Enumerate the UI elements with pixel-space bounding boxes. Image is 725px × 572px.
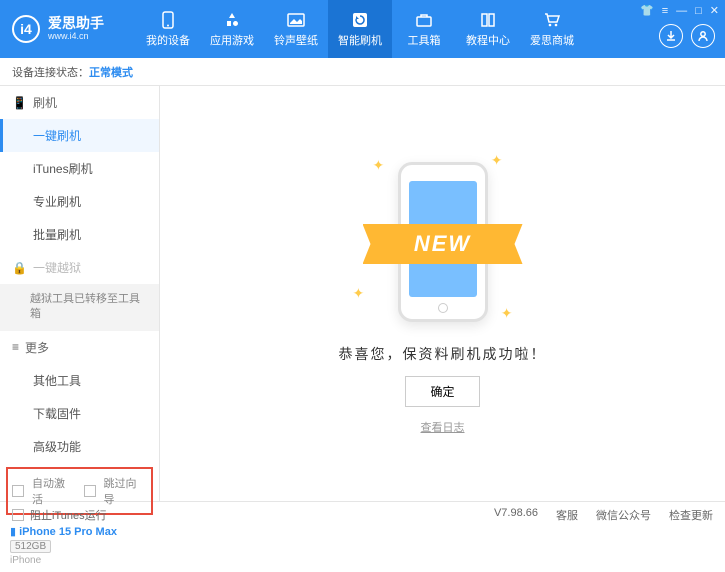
footer-update[interactable]: 检查更新 [669, 507, 713, 523]
menu-icon: ≡ [12, 340, 19, 354]
phone-icon [158, 10, 178, 30]
success-message: 恭喜您，保资料刷机成功啦！ [339, 344, 547, 364]
view-log-link[interactable]: 查看日志 [421, 419, 465, 435]
nav-my-device[interactable]: 我的设备 [136, 0, 200, 58]
connection-status-bar: 设备连接状态： 正常模式 [0, 58, 725, 86]
sidebar-item-oneclick[interactable]: 一键刷机 [0, 119, 159, 152]
logo-area: i4 爱思助手 www.i4.cn [0, 15, 116, 43]
version-label: V7.98.66 [494, 507, 538, 523]
sidebar-item-itunes[interactable]: iTunes刷机 [0, 152, 159, 185]
book-icon [478, 10, 498, 30]
maximize-icon[interactable]: □ [695, 5, 702, 17]
app-icon [222, 10, 242, 30]
lock-icon: 🔒 [12, 261, 27, 275]
refresh-icon [350, 10, 370, 30]
close-icon[interactable]: ✕ [710, 4, 719, 17]
toolbox-icon [414, 10, 434, 30]
sidebar-item-other-tools[interactable]: 其他工具 [0, 364, 159, 397]
ok-button[interactable]: 确定 [405, 376, 479, 407]
sidebar-item-batch[interactable]: 批量刷机 [0, 218, 159, 251]
footer-wechat[interactable]: 微信公众号 [596, 507, 651, 523]
checkbox-block-itunes[interactable] [12, 509, 24, 521]
phone-icon: 📱 [12, 96, 27, 110]
sidebar: 📱 刷机 一键刷机 iTunes刷机 专业刷机 批量刷机 🔒 一键越狱 越狱工具… [0, 86, 160, 501]
app-header: i4 爱思助手 www.i4.cn 我的设备 应用游戏 铃声壁纸 智能刷机 工具… [0, 0, 725, 58]
status-mode: 正常模式 [89, 64, 133, 80]
success-illustration: ✦ ✦ ✦ ✦ NEW [343, 152, 543, 332]
label-block-itunes: 阻止iTunes运行 [30, 507, 107, 523]
phone-icon: ▮ [10, 526, 16, 538]
nav-tutorials[interactable]: 教程中心 [456, 0, 520, 58]
sidebar-jailbreak-note: 越狱工具已转移至工具箱 [0, 284, 159, 331]
footer-service[interactable]: 客服 [556, 507, 578, 523]
skin-icon[interactable]: 👕 [640, 4, 654, 17]
sidebar-group-more[interactable]: ≡ 更多 [0, 331, 159, 364]
sidebar-item-pro[interactable]: 专业刷机 [0, 185, 159, 218]
checkbox-skip-setup[interactable] [84, 485, 96, 497]
main-nav: 我的设备 应用游戏 铃声壁纸 智能刷机 工具箱 教程中心 爱思商城 [136, 0, 584, 58]
nav-toolbox[interactable]: 工具箱 [392, 0, 456, 58]
device-type: iPhone [10, 555, 149, 566]
sidebar-item-download-fw[interactable]: 下载固件 [0, 397, 159, 430]
device-storage: 512GB [10, 540, 51, 553]
window-controls: 👕 ≡ — □ ✕ [640, 4, 719, 17]
device-name: iPhone 15 Pro Max [19, 526, 117, 538]
user-button[interactable] [691, 24, 715, 48]
image-icon [286, 10, 306, 30]
label-skip-setup: 跳过向导 [104, 475, 148, 507]
minimize-icon[interactable]: — [676, 5, 687, 17]
new-ribbon: NEW [363, 224, 523, 264]
download-button[interactable] [659, 24, 683, 48]
status-label: 设备连接状态： [12, 64, 89, 80]
label-auto-activate: 自动激活 [32, 475, 76, 507]
checkbox-auto-activate[interactable] [12, 485, 24, 497]
menu-icon[interactable]: ≡ [662, 5, 668, 17]
logo-icon: i4 [12, 15, 40, 43]
nav-store[interactable]: 爱思商城 [520, 0, 584, 58]
main-content: ✦ ✦ ✦ ✦ NEW 恭喜您，保资料刷机成功啦！ 确定 查看日志 [160, 86, 725, 501]
nav-smart-flash[interactable]: 智能刷机 [328, 0, 392, 58]
sidebar-group-flash[interactable]: 📱 刷机 [0, 86, 159, 119]
cart-icon [542, 10, 562, 30]
app-subtitle: www.i4.cn [48, 32, 104, 42]
nav-apps-games[interactable]: 应用游戏 [200, 0, 264, 58]
app-title: 爱思助手 [48, 16, 104, 31]
sidebar-item-advanced[interactable]: 高级功能 [0, 430, 159, 463]
nav-ringtones[interactable]: 铃声壁纸 [264, 0, 328, 58]
sidebar-group-jailbreak: 🔒 一键越狱 [0, 251, 159, 284]
